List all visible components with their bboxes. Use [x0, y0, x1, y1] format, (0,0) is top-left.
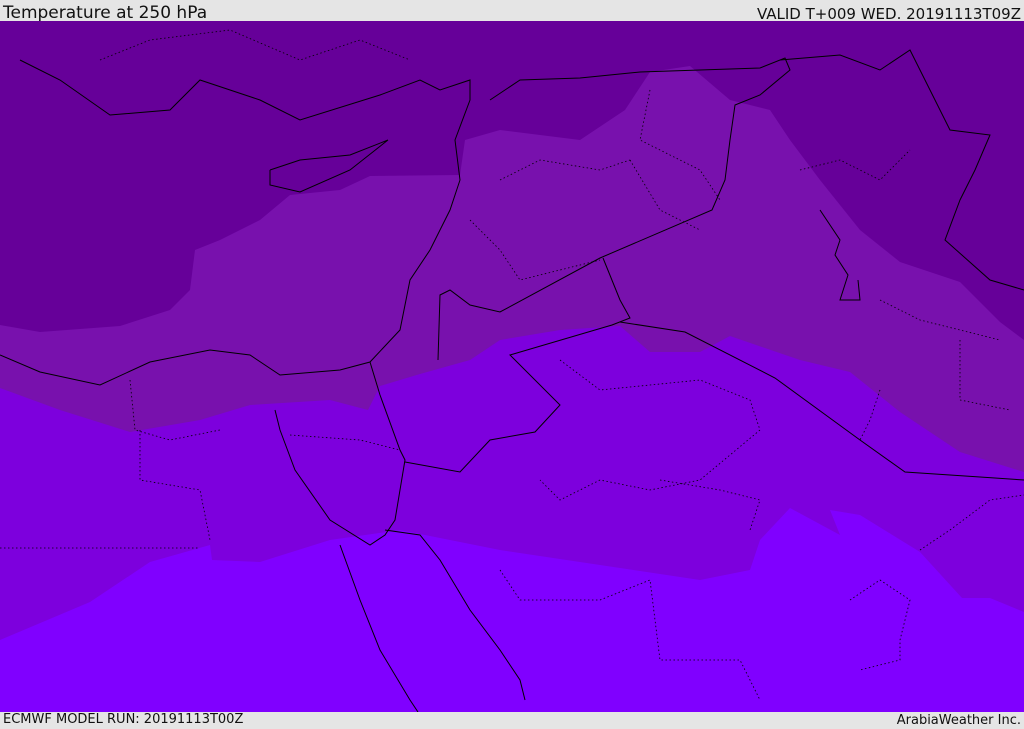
- footer-bar: ECMWF MODEL RUN: 20191113T00Z ArabiaWeat…: [0, 712, 1024, 729]
- header-bar: Temperature at 250 hPa VALID T+009 WED. …: [0, 0, 1024, 23]
- map-title: Temperature at 250 hPa: [3, 3, 208, 23]
- model-run: ECMWF MODEL RUN: 20191113T00Z: [3, 712, 244, 727]
- temperature-map: [0, 21, 1024, 712]
- credit: ArabiaWeather Inc.: [896, 713, 1021, 728]
